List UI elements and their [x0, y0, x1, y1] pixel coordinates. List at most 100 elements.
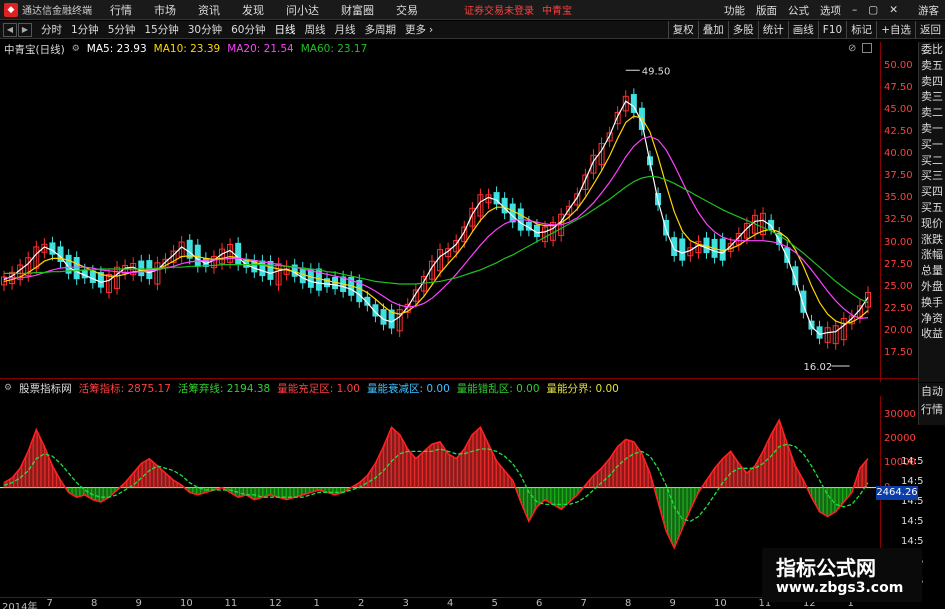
stock-link[interactable]: 中青宝 [542, 2, 572, 17]
button-draw[interactable]: 画线 [787, 21, 818, 39]
date-label: 7 [580, 598, 587, 609]
side-tab-9[interactable]: 买四 [919, 184, 945, 200]
candle [210, 250, 217, 274]
minimize-icon[interactable]: – [852, 4, 857, 16]
side-tab-14[interactable]: 总量 [919, 263, 945, 279]
candle [251, 254, 258, 279]
period-tab-60min[interactable]: 60分钟 [231, 22, 265, 37]
period-tab-daily[interactable]: 日线 [275, 22, 296, 37]
side-tab-3[interactable]: 卖三 [919, 89, 945, 105]
menu-item-quotes[interactable]: 行情 [110, 2, 132, 18]
side-tab-6[interactable]: 买一 [919, 137, 945, 153]
period-tab-30min[interactable]: 30分钟 [188, 22, 222, 37]
period-tab-5min[interactable]: 5分钟 [108, 22, 136, 37]
side-tab-4[interactable]: 卖二 [919, 105, 945, 121]
button-add-watchlist[interactable]: +自选 [876, 21, 915, 39]
side-tab-12[interactable]: 涨跌 [919, 232, 945, 248]
price-tick-label: 50.00 [884, 59, 913, 71]
side-tab-17[interactable]: 净资 [919, 311, 945, 327]
menu-item-discover[interactable]: 发现 [242, 2, 264, 18]
login-warning[interactable]: 证券交易未登录 [464, 2, 534, 17]
zone4-value: 0.00 [595, 382, 619, 395]
zone3-label: 量能错乱区: [456, 382, 513, 395]
button-stats[interactable]: 统计 [757, 21, 788, 39]
ma20-label: MA20: 21.54 [227, 43, 294, 55]
side-tab-lower-1[interactable]: 行情 [919, 401, 945, 419]
panel-divider [0, 378, 918, 379]
indicator-name[interactable]: 股票指标网 [19, 381, 72, 396]
menu-item-layout[interactable]: 版面 [756, 3, 777, 18]
price-tick-label: 20.00 [884, 324, 913, 336]
period-tab-more[interactable]: 更多 [405, 22, 426, 37]
candle [105, 268, 112, 299]
menu-item-market[interactable]: 市场 [154, 2, 176, 18]
button-f10[interactable]: F10 [817, 21, 846, 39]
price-tick-label: 40.00 [884, 148, 913, 160]
candle [687, 241, 694, 262]
close-icon[interactable]: ✕ [889, 4, 898, 16]
period-tab-15min[interactable]: 15分钟 [144, 22, 178, 37]
side-tab-1[interactable]: 卖五 [919, 58, 945, 74]
side-tab-18[interactable]: 收益 [919, 326, 945, 342]
button-multi-stock[interactable]: 多股 [727, 21, 758, 39]
side-tab-0[interactable]: 委比 [919, 42, 945, 58]
side-tab-11[interactable]: 现价 [919, 216, 945, 232]
candle [235, 237, 242, 271]
side-tab-15[interactable]: 外盘 [919, 279, 945, 295]
period-tab-multi[interactable]: 多周期 [365, 22, 397, 37]
indicator-gear-icon[interactable]: ⚙ [4, 383, 12, 393]
menu-item-trade[interactable]: 交易 [396, 2, 418, 18]
side-tab-7[interactable]: 买二 [919, 153, 945, 169]
side-tab-16[interactable]: 换手 [919, 295, 945, 311]
zone2-label: 量能衰减区: [366, 382, 424, 395]
button-mark[interactable]: 标记 [846, 21, 876, 39]
time-tick-label: 14:5 [901, 516, 924, 527]
price-tick-label: 22.50 [884, 302, 913, 314]
next-arrow-icon[interactable]: ▶ [18, 22, 32, 37]
stock-title: 中青宝(日线) [4, 43, 65, 56]
side-tab-lower-0[interactable]: 自动 [919, 383, 945, 401]
button-adjust[interactable]: 复权 [667, 21, 698, 39]
period-tab-weekly[interactable]: 周线 [305, 22, 326, 37]
prev-arrow-icon[interactable]: ◀ [3, 22, 17, 37]
period-tab-monthly[interactable]: 月线 [335, 22, 356, 37]
side-tab-5[interactable]: 卖一 [919, 121, 945, 137]
settings-gear-icon[interactable]: ⚙ [72, 44, 80, 54]
more-chevron-icon[interactable]: › [429, 24, 433, 36]
candle [49, 236, 56, 261]
chart-options-icon[interactable]: ⊘ [848, 43, 856, 54]
button-back[interactable]: 返回 [915, 21, 945, 39]
restore-icon[interactable]: ▢ [868, 4, 878, 16]
menu-item-assistant[interactable]: 问小达 [286, 2, 319, 18]
menu-item-options[interactable]: 选项 [820, 3, 841, 18]
menu-item-functions[interactable]: 功能 [724, 3, 745, 18]
price-tick-label: 25.00 [884, 280, 913, 292]
side-tab-8[interactable]: 买三 [919, 168, 945, 184]
date-label: 3 [402, 598, 409, 609]
candle [138, 254, 145, 282]
side-tab-2[interactable]: 卖四 [919, 74, 945, 90]
ma10-label: MA10: 23.39 [153, 43, 221, 55]
menu-item-wealth[interactable]: 财富圈 [341, 2, 374, 18]
watermark-logo: 指标公式网 www.zbgs3.com [762, 548, 922, 602]
candle [598, 137, 605, 171]
zone1-label: 量能充足区: [277, 382, 334, 395]
candle [154, 256, 161, 291]
side-tab-13[interactable]: 涨幅 [919, 247, 945, 263]
period-tab-timeshare[interactable]: 分时 [41, 22, 62, 37]
date-label: 5 [491, 598, 498, 609]
date-label: 6 [536, 598, 543, 609]
price-tick-label: 45.00 [884, 104, 913, 115]
date-label: 8 [625, 598, 632, 609]
menu-item-news[interactable]: 资讯 [198, 2, 220, 18]
menu-item-formula[interactable]: 公式 [788, 3, 809, 18]
candle [186, 234, 193, 265]
maximize-panel-icon[interactable] [862, 43, 872, 53]
menu-item-guest[interactable]: 游客 [918, 3, 939, 18]
button-overlay[interactable]: 叠加 [697, 21, 728, 39]
period-tab-1min[interactable]: 1分钟 [71, 22, 99, 37]
watermark-url: www.zbgs3.com [776, 580, 904, 596]
dead-value: 2194.38 [226, 382, 271, 395]
candle [832, 319, 839, 350]
side-tab-10[interactable]: 买五 [919, 200, 945, 216]
